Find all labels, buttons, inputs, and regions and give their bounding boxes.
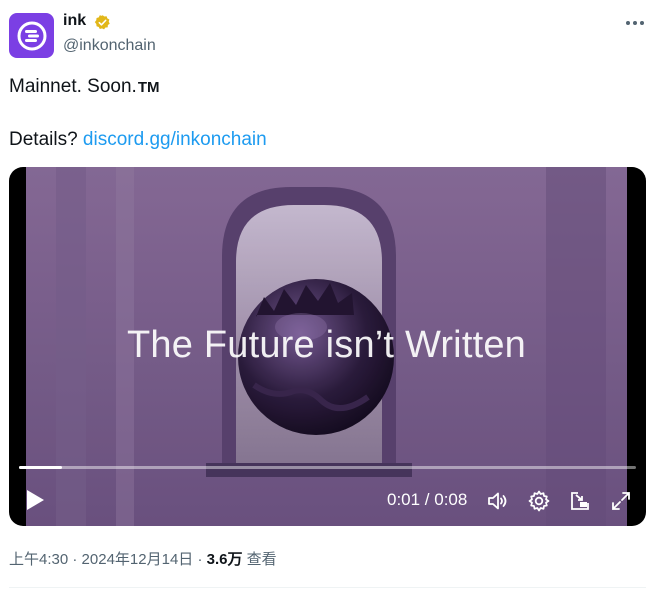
view-count: 3.6万 (206, 551, 243, 568)
dock-icon[interactable] (568, 489, 592, 513)
display-name[interactable]: ink (63, 12, 86, 30)
play-icon[interactable] (23, 487, 47, 513)
tweet-text-line: Mainnet. Soon.TM (9, 77, 159, 98)
tweet-text: Mainnet. Soon. (9, 76, 137, 97)
volume-icon[interactable] (486, 489, 510, 513)
fullscreen-icon[interactable] (609, 489, 633, 513)
video-progress-bar[interactable] (19, 466, 636, 469)
meta-separator: · (68, 551, 82, 568)
divider (9, 587, 646, 588)
settings-icon[interactable] (527, 489, 551, 513)
verified-badge-icon (94, 15, 110, 30)
video-progress-fill (19, 466, 63, 469)
trademark-mark: TM (137, 79, 160, 96)
user-handle[interactable]: @inkonchain (63, 37, 156, 55)
tweet-meta: 上午4:30 · 2024年12月14日 · 3.6万 查看 (9, 548, 277, 569)
video-overlay-text: The Future isn’t Written (126, 324, 526, 366)
video-player[interactable]: The Future isn’t Written 0:01 / 0:08 (9, 167, 646, 526)
video-time: 0:01 / 0:08 (387, 490, 468, 509)
tweet-date[interactable]: 2024年12月14日 (82, 551, 194, 568)
more-icon[interactable] (624, 12, 646, 34)
tweet-details-line: Details? discord.gg/inkonchain (9, 130, 267, 150)
view-label: 查看 (242, 551, 277, 568)
meta-separator: · (193, 551, 207, 568)
avatar[interactable] (9, 13, 54, 58)
details-label: Details? (9, 129, 83, 150)
discord-link[interactable]: discord.gg/inkonchain (83, 129, 267, 150)
tweet-time[interactable]: 上午4:30 (9, 551, 68, 568)
ink-logo-icon (17, 21, 46, 50)
